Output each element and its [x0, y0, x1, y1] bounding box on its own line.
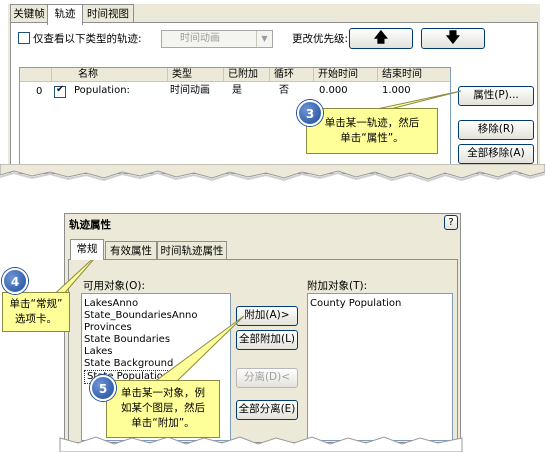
available-item[interactable]: State_BoundariesAnno: [84, 310, 198, 322]
callout-4-line1: 单击“常规”: [9, 298, 63, 310]
properties-button[interactable]: 属性(P)...: [458, 86, 534, 106]
track-panel: 关键帧 轨迹 时间视图 仅查看以下类型的轨迹: 时间动画 ▼ 更改优先级: 🡅 …: [8, 4, 540, 174]
tab-time-track-properties[interactable]: 时间轨迹属性: [157, 241, 227, 260]
attach-all-button[interactable]: 全部附加(L): [236, 330, 298, 350]
attached-item[interactable]: County Population: [310, 298, 401, 310]
col-header-loop[interactable]: 循环: [270, 68, 314, 82]
torn-edge: [0, 164, 545, 183]
callout-5-line1: 单击某一对象，例: [121, 387, 205, 399]
attach-button[interactable]: 附加(A)>: [236, 306, 298, 326]
row-visible-checkbox[interactable]: [54, 84, 66, 98]
tracks-tab-body: 仅查看以下类型的轨迹: 时间动画 ▼ 更改优先级: 🡅 🡇 名称 类型 已附加 …: [10, 22, 538, 174]
filter-label: 仅查看以下类型的轨迹:: [33, 33, 142, 45]
available-item[interactable]: Lakes: [84, 346, 113, 358]
available-item[interactable]: State Boundaries: [84, 334, 170, 346]
row-end: 1.000: [382, 85, 411, 96]
available-item[interactable]: State Background: [84, 358, 173, 370]
row-type: 时间动画: [170, 85, 210, 96]
available-item[interactable]: LakesAnno: [84, 298, 138, 310]
col-header-blank: [20, 68, 52, 82]
chevron-down-icon: ▼: [256, 31, 272, 47]
detach-all-button[interactable]: 全部分离(E): [236, 400, 298, 420]
dialog-title: 轨迹属性: [69, 219, 111, 231]
tab-keyframes[interactable]: 关键帧: [10, 4, 48, 23]
col-header-end[interactable]: 结束时间: [378, 68, 450, 82]
attached-objects-list[interactable]: County Population: [307, 293, 453, 441]
help-button[interactable]: ?: [444, 215, 458, 230]
callout-3-line1: 单击某一轨迹，然后: [324, 117, 420, 129]
row-loop: 否: [279, 85, 289, 96]
step-4-badge: 4: [2, 268, 28, 294]
detach-button[interactable]: 分离(D)<: [236, 368, 298, 388]
callout-5-line3: 单击“附加”。: [131, 417, 195, 429]
priority-down-button[interactable]: 🡇: [421, 28, 485, 49]
step-3-badge: 3: [297, 100, 323, 126]
row-attached: 是: [232, 85, 242, 96]
col-header-name[interactable]: 名称: [52, 68, 168, 82]
col-header-type[interactable]: 类型: [168, 68, 224, 82]
tab-general[interactable]: 常规: [70, 239, 104, 260]
remove-all-button[interactable]: 全部移除(A): [458, 144, 534, 164]
col-header-attached[interactable]: 已附加: [224, 68, 270, 82]
col-header-start[interactable]: 开始时间: [314, 68, 378, 82]
arrow-down-icon: 🡇: [445, 30, 461, 46]
tab-tracks[interactable]: 轨迹: [47, 4, 83, 25]
callout-4: 单击“常规” 选项卡。: [2, 292, 70, 332]
row-index: 0: [36, 86, 43, 97]
available-item[interactable]: Provinces: [84, 322, 132, 334]
priority-up-button[interactable]: 🡅: [349, 28, 413, 49]
step-5-badge: 5: [90, 375, 116, 401]
torn-edge-bottom: [59, 436, 463, 452]
callout-5: 单击某一对象，例 如某个图层，然后 单击“附加”。: [106, 380, 220, 438]
filter-checkbox[interactable]: [18, 32, 30, 44]
callout-5-line2: 如某个图层，然后: [121, 402, 205, 414]
row-name: Population:: [74, 85, 130, 96]
table-row[interactable]: 0 Population: 时间动画 是 否 0.000 1.000: [20, 83, 450, 99]
callout-4-line2: 选项卡。: [15, 313, 57, 325]
track-type-select[interactable]: 时间动画 ▼: [161, 30, 273, 48]
priority-label: 更改优先级:: [292, 33, 349, 45]
row-start: 0.000: [319, 85, 348, 96]
tab-time-view[interactable]: 时间视图: [82, 4, 134, 23]
track-type-value: 时间动画: [180, 33, 220, 44]
callout-3-line2: 单击“属性”。: [340, 132, 404, 144]
tab-valid-properties[interactable]: 有效属性: [105, 241, 157, 260]
arrow-up-icon: 🡅: [373, 30, 389, 46]
attached-objects-label: 附加对象(T):: [307, 280, 368, 292]
callout-3: 单击某一轨迹，然后 单击“属性”。: [306, 108, 438, 154]
remove-button[interactable]: 移除(R): [458, 120, 534, 140]
available-objects-label: 可用对象(O):: [83, 280, 145, 292]
